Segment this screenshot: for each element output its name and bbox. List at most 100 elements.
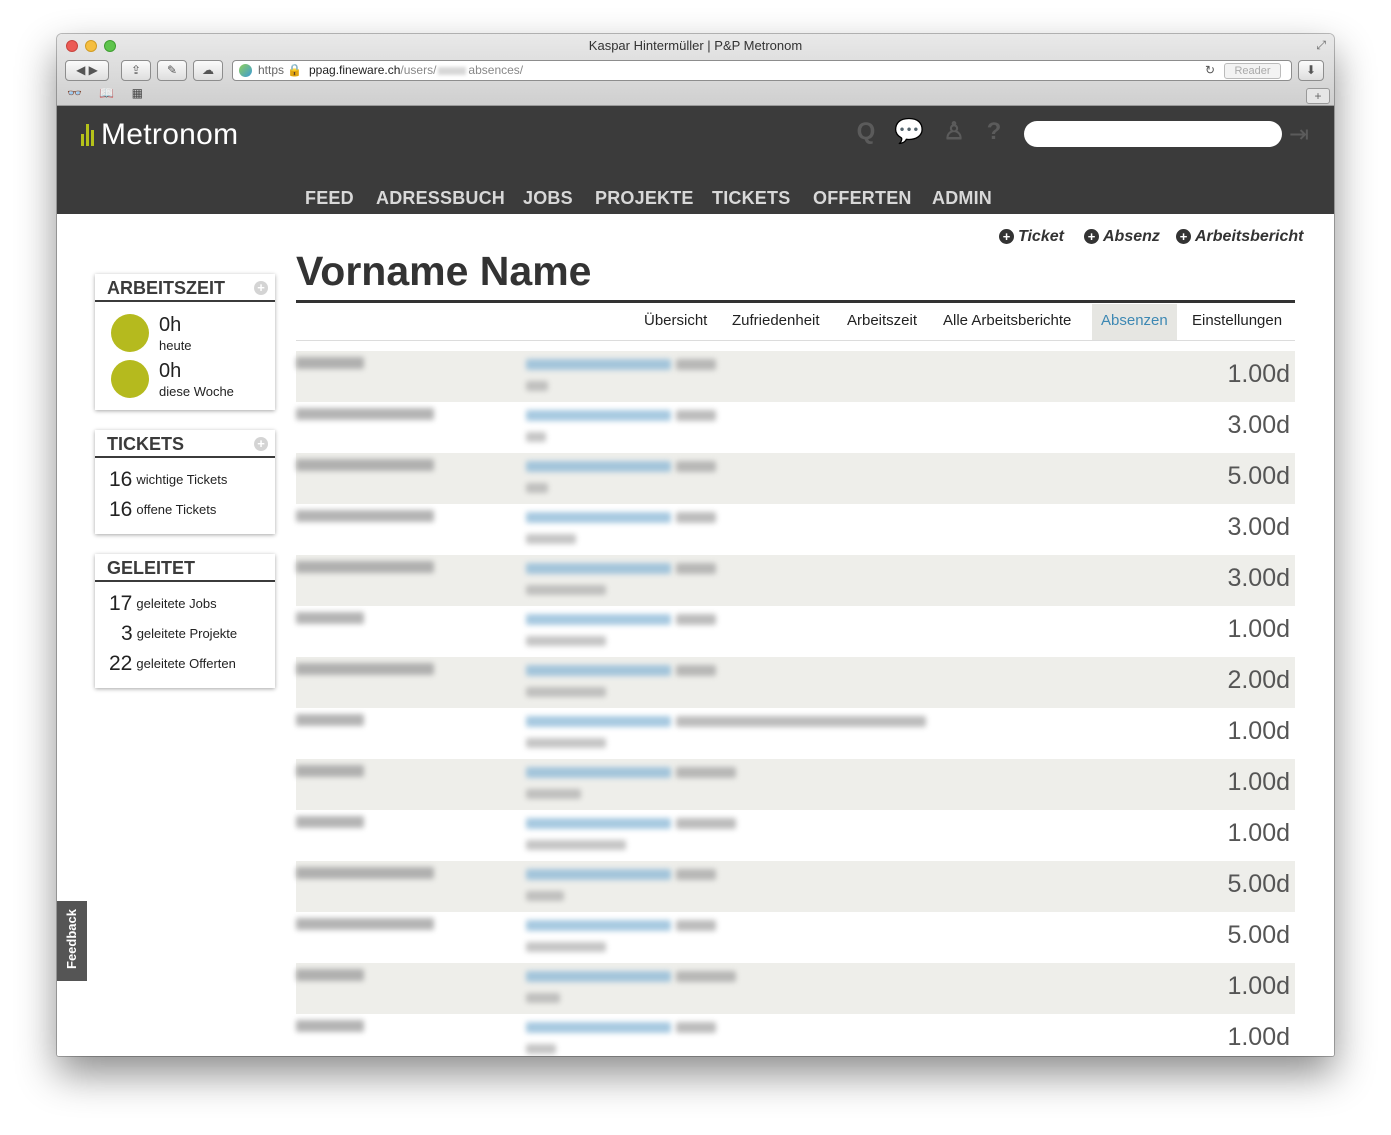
absence-person-link[interactable] [526,971,671,982]
nav-feed[interactable]: FEED [305,188,354,209]
absence-person-link[interactable] [526,410,671,421]
absence-duration: 1.00d [1227,1023,1290,1051]
absence-note [526,840,626,850]
absence-person-link[interactable] [526,563,671,574]
absence-type [676,461,716,472]
absence-date [296,765,364,777]
search-input[interactable] [1024,121,1282,147]
add-icon[interactable]: + [254,281,268,295]
absence-person-link[interactable] [526,818,671,829]
new-arbeitsbericht-button[interactable]: + Arbeitsbericht [1176,228,1303,246]
reading-list-icon[interactable]: 👓 [67,86,82,100]
widget-header: TICKETS + [95,430,275,458]
absence-row[interactable]: 3.00d [296,402,1295,453]
bookmarks-bar: 👓 📖 ▦ [67,86,157,100]
absence-type [676,665,716,676]
absence-person-link[interactable] [526,614,671,625]
tab-einstellungen[interactable]: Einstellungen [1183,304,1291,340]
absence-row[interactable]: 1.00d [296,351,1295,402]
logo[interactable]: Metronom [81,118,238,152]
tools-icon[interactable]: ✎ [157,60,187,81]
downloads-icon[interactable]: ⬇ [1298,60,1324,81]
browser-window: Kaspar Hintermüller | P&P Metronom ⤢ ◀ ▶… [57,34,1334,1056]
share-icon[interactable]: ⇪ [121,60,151,81]
absence-date [296,561,434,573]
absence-note [526,942,606,952]
absence-row[interactable]: 3.00d [296,504,1295,555]
absence-row[interactable]: 1.00d [296,963,1295,1014]
led-offers-link[interactable]: 22 geleitete Offerten [109,652,236,676]
add-icon[interactable]: + [254,437,268,451]
nav-jobs[interactable]: JOBS [523,188,573,209]
person-icon[interactable]: ♙ [940,118,968,146]
chat-icon[interactable]: 💬 [894,118,924,146]
absence-row[interactable]: 2.00d [296,657,1295,708]
absence-row[interactable]: 1.00d [296,1014,1295,1056]
important-tickets-link[interactable]: 16 wichtige Tickets [109,468,227,492]
absence-row[interactable]: 1.00d [296,759,1295,810]
fullscreen-icon[interactable]: ⤢ [1316,38,1326,53]
new-ticket-button[interactable]: + Ticket [999,228,1064,246]
bookmarks-icon[interactable]: 📖 [99,86,114,100]
led-jobs-link[interactable]: 17 geleitete Jobs [109,592,217,616]
absence-person-link[interactable] [526,461,671,472]
absence-person-link[interactable] [526,869,671,880]
nav-adressbuch[interactable]: ADRESSBUCH [376,188,505,209]
help-icon[interactable]: ? [980,118,1008,146]
absence-row[interactable]: 5.00d [296,912,1295,963]
absence-row[interactable]: 5.00d [296,453,1295,504]
absence-row[interactable]: 1.00d [296,606,1295,657]
back-forward-buttons[interactable]: ◀ ▶ [65,60,109,81]
absence-person-link[interactable] [526,1022,671,1033]
nav-admin[interactable]: ADMIN [932,188,992,209]
tab-absenzen[interactable]: Absenzen [1092,304,1177,340]
address-bar[interactable]: https 🔒 ppag.fineware.ch/users/absences/… [232,60,1292,81]
logout-icon[interactable]: ⇥ [1289,120,1309,149]
tab-uebersicht[interactable]: Übersicht [635,304,716,340]
plus-circle-icon: + [1084,229,1099,244]
widget-tickets: TICKETS + 16 wichtige Tickets 16 offene Ti… [95,430,275,534]
tab-alle-arbeitsberichte[interactable]: Alle Arbeitsberichte [934,304,1080,340]
today-hours: 0h [159,314,182,336]
absence-duration: 1.00d [1227,615,1290,643]
absence-row[interactable]: 1.00d [296,810,1295,861]
absence-row[interactable]: 1.00d [296,708,1295,759]
absence-date [296,510,434,522]
absence-person-link[interactable] [526,512,671,523]
top-sites-icon[interactable]: ▦ [132,86,143,100]
reader-button[interactable]: Reader [1224,63,1281,79]
absence-note [526,891,564,901]
tab-zufriedenheit[interactable]: Zufriedenheit [723,304,829,340]
main-nav: FEED ADRESSBUCH JOBS PROJEKTE TICKETS OF… [57,186,1334,214]
nav-offerten[interactable]: OFFERTEN [813,188,912,209]
nav-projekte[interactable]: PROJEKTE [595,188,694,209]
tab-arbeitszeit[interactable]: Arbeitszeit [838,304,926,340]
absence-duration: 5.00d [1227,870,1290,898]
open-tickets-link[interactable]: 16 offene Tickets [109,498,216,522]
progress-circle-icon [111,360,149,398]
absence-type [676,869,716,880]
absence-row[interactable]: 3.00d [296,555,1295,606]
quick-search-icon[interactable]: Q [852,118,880,146]
absence-date [296,663,434,675]
absence-type [676,818,736,829]
absence-person-link[interactable] [526,716,671,727]
absence-person-link[interactable] [526,767,671,778]
absence-row[interactable]: 5.00d [296,861,1295,912]
absence-type [676,971,736,982]
reload-icon[interactable]: ↻ [1205,61,1215,80]
absence-person-link[interactable] [526,359,671,370]
nav-tickets[interactable]: TICKETS [712,188,790,209]
feedback-tab[interactable]: Feedback [57,901,87,981]
led-projects-link[interactable]: 3 geleitete Projekte [121,622,237,646]
title-divider [296,300,1295,303]
absence-date [296,612,364,624]
cloud-icon[interactable]: ☁ [193,60,223,81]
new-tab-button[interactable]: + [1306,88,1330,104]
absence-duration: 1.00d [1227,819,1290,847]
widget-title: TICKETS [107,434,185,454]
absence-person-link[interactable] [526,920,671,931]
https-badge: https 🔒 [258,63,303,77]
new-absenz-button[interactable]: + Absenz [1084,228,1160,246]
absence-person-link[interactable] [526,665,671,676]
